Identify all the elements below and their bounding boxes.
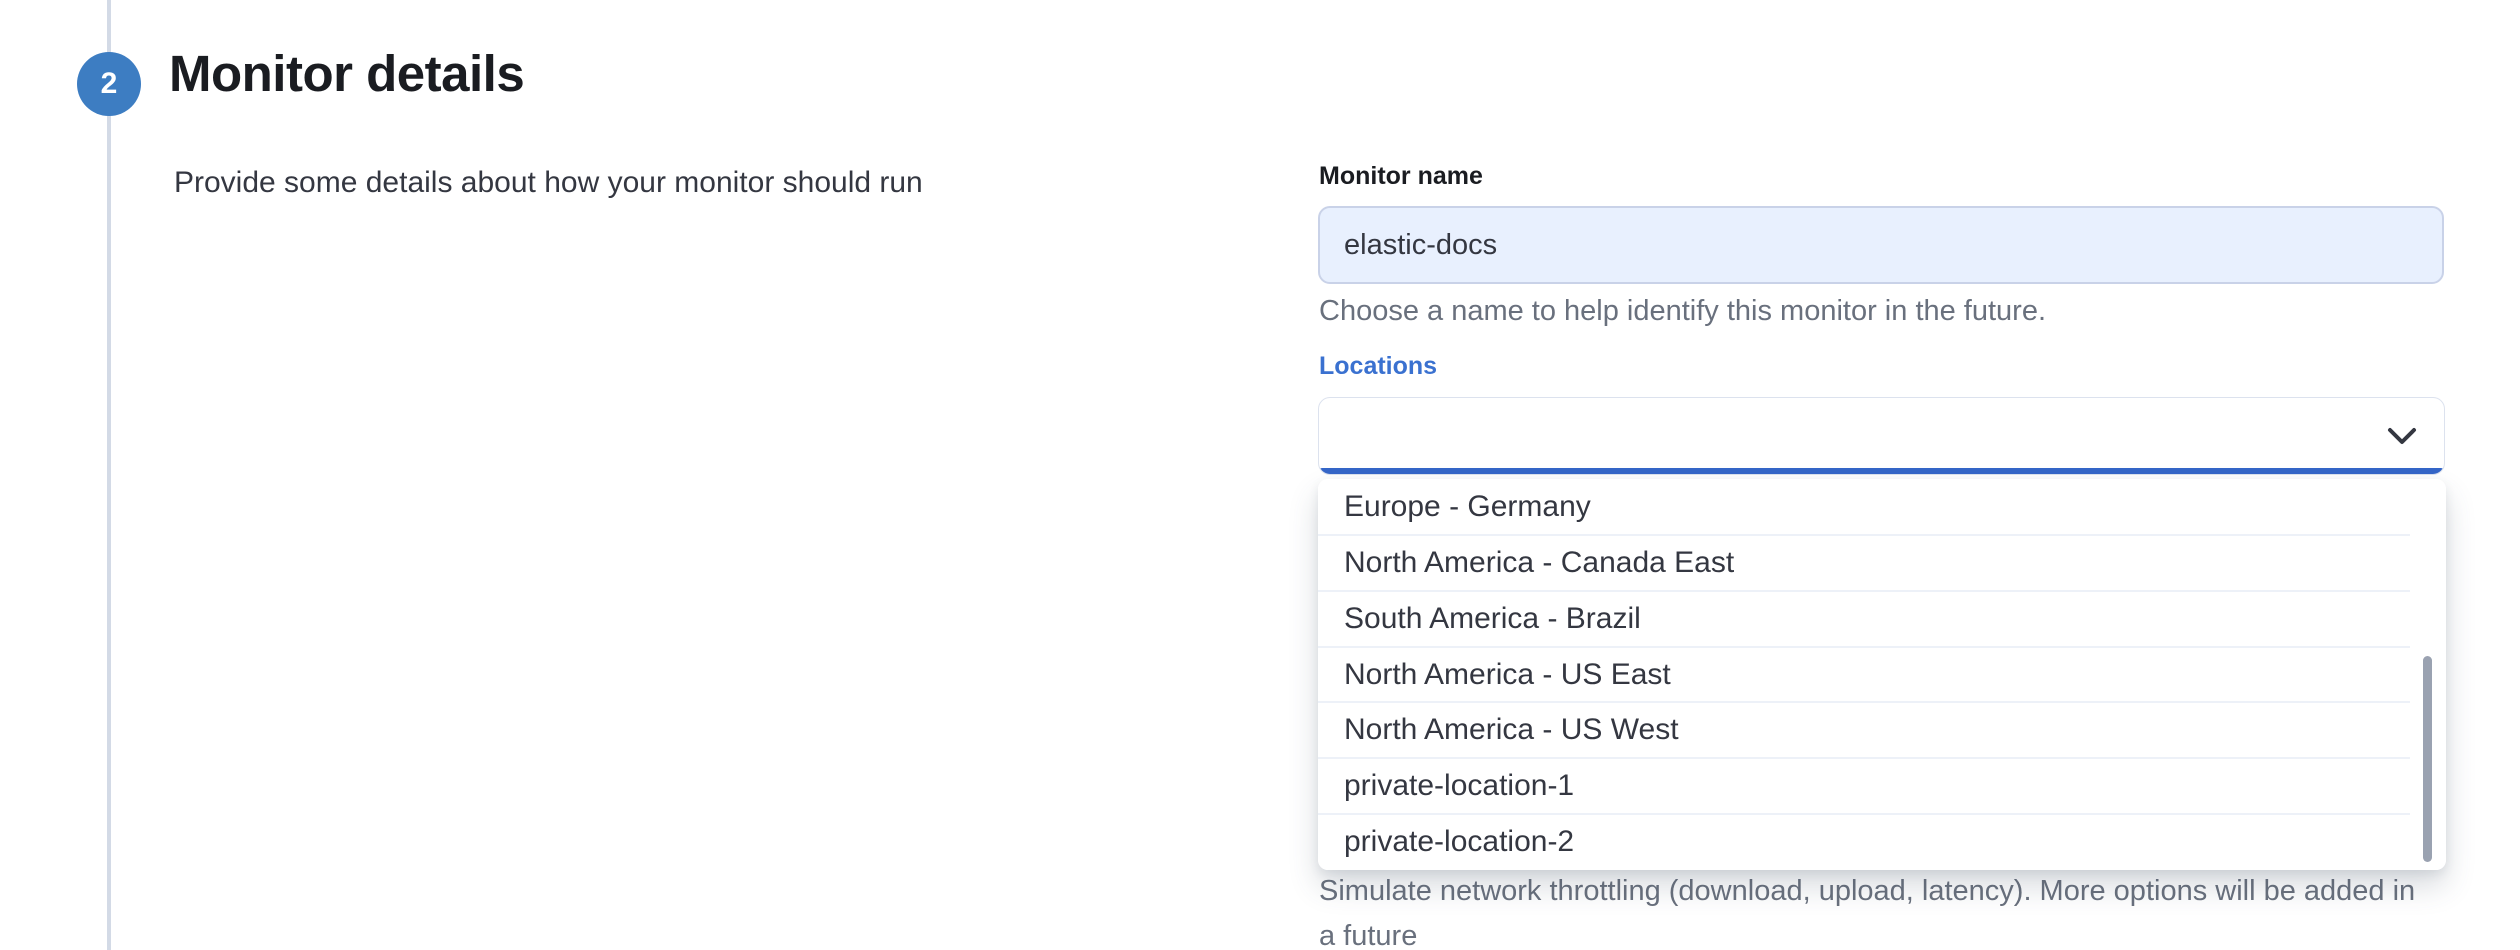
dropdown-scrollbar-thumb[interactable] — [2423, 656, 2432, 862]
monitor-name-label: Monitor name — [1319, 162, 1483, 191]
page-title: Monitor details — [169, 44, 524, 103]
location-option[interactable]: Europe - Germany — [1318, 479, 2446, 535]
monitor-name-input[interactable] — [1318, 206, 2444, 284]
monitor-details-form: Monitor name Choose a name to help ident… — [1318, 0, 2446, 950]
throttling-help-line1: Simulate network throttling (download, u… — [1319, 875, 2415, 950]
location-option[interactable]: South America - Brazil — [1318, 591, 2446, 647]
chevron-down-icon[interactable] — [2386, 426, 2418, 446]
location-option[interactable]: North America - US West — [1318, 702, 2446, 758]
location-option-label: private-location-1 — [1344, 769, 1574, 803]
location-option[interactable]: private-location-1 — [1318, 758, 2446, 814]
step-number: 2 — [101, 67, 118, 101]
step-connector-line — [107, 0, 111, 950]
location-option-label: North America - US East — [1344, 658, 1671, 692]
location-option[interactable]: North America - US East — [1318, 647, 2446, 703]
location-option-label: North America - US West — [1344, 713, 1679, 747]
location-option-label: Europe - Germany — [1344, 490, 1591, 524]
step-description: Provide some details about how your moni… — [174, 166, 923, 200]
location-option-label: South America - Brazil — [1344, 602, 1641, 636]
throttling-help: Simulate network throttling (download, u… — [1319, 869, 2419, 950]
step-number-badge: 2 — [77, 52, 141, 116]
monitor-name-help: Choose a name to help identify this moni… — [1319, 289, 2046, 334]
location-option-label: private-location-2 — [1344, 825, 1574, 859]
location-option[interactable]: North America - Canada East — [1318, 535, 2446, 591]
monitor-details-step-screen: 2 Monitor details Provide some details a… — [0, 0, 2520, 950]
locations-dropdown: Europe - Germany North America - Canada E… — [1318, 479, 2446, 870]
locations-label: Locations — [1319, 352, 1437, 381]
location-option[interactable]: private-location-2 — [1318, 814, 2446, 870]
locations-combobox[interactable] — [1318, 397, 2445, 475]
location-option-label: North America - Canada East — [1344, 546, 1734, 580]
